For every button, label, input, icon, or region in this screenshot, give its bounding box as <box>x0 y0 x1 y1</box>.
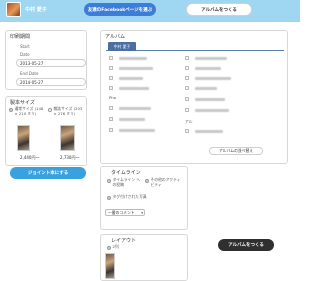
avatar <box>6 2 21 17</box>
start-label: Start <box>20 44 30 49</box>
radio-selected-icon <box>9 107 13 112</box>
album-name-blurred <box>119 129 155 132</box>
select-value: 一番のコメント <box>108 210 135 215</box>
album-name-blurred <box>195 87 217 90</box>
make-album-button-top[interactable]: アルバムをつくる <box>186 3 252 16</box>
option-label: その他のアクティビティ <box>150 177 181 187</box>
album-checkbox[interactable] <box>185 56 189 60</box>
radio-selected-icon <box>107 245 111 250</box>
print-period-panel: 印刷期間 Start Date 2013-05-27 End Date 2014… <box>5 30 87 90</box>
print-period-title: 印刷期間 <box>10 34 31 40</box>
album-name-blurred <box>195 98 225 101</box>
other-activity-option[interactable]: その他のアクティビティ <box>145 177 183 187</box>
start-date-input[interactable]: 2013-05-27 <box>16 59 86 67</box>
size-option-label: 雑誌サイズ (203 × 276 ミリ) <box>53 106 83 116</box>
album-checkbox[interactable] <box>185 108 189 112</box>
album-name-blurred <box>195 109 229 112</box>
album-name-blurred <box>195 67 221 70</box>
joint-book-button[interactable]: ジョイント本にする <box>10 167 86 179</box>
album-checkbox[interactable] <box>185 76 189 80</box>
album-checkbox[interactable] <box>185 129 189 133</box>
album-name-blurred <box>195 130 223 133</box>
date-label: Date <box>20 52 30 57</box>
album-checkbox[interactable] <box>185 97 189 101</box>
size-option-label: 通常サイズ (148 × 210 ミリ) <box>14 106 44 116</box>
tab-user-albums[interactable]: 中村 愛子 <box>108 42 136 51</box>
album-checkbox[interactable] <box>109 106 113 110</box>
timeline-title: タイムライン <box>111 170 141 176</box>
album-checkbox[interactable] <box>109 76 113 80</box>
comment-filter-select[interactable]: 一番のコメント ▾ <box>105 209 145 216</box>
layout-preview-thumbnail <box>105 253 115 279</box>
album-name-blurred <box>195 77 231 80</box>
chevron-down-icon: ▾ <box>141 211 143 215</box>
album-name-blurred <box>119 87 149 90</box>
checkbox-checked-icon <box>107 195 111 200</box>
album-name-fragment: Pho <box>109 95 117 100</box>
binding-size-panel: 製本サイズ 通常サイズ (148 × 210 ミリ) 雑誌サイズ (203 × … <box>5 96 87 166</box>
album-name-blurred <box>119 77 143 80</box>
top-bar: 中村 愛子 友達のFacebookページを選ぶ アルバムをつくる <box>0 0 300 22</box>
album-checkbox[interactable] <box>109 66 113 70</box>
checkbox-checked-icon <box>107 178 111 183</box>
timeline-panel: タイムライン タイムライン への投稿 その他のアクティビティ タグ付けされた写真… <box>100 166 188 230</box>
username: 中村 愛子 <box>25 7 47 13</box>
standard-size-thumbnail <box>17 125 30 151</box>
layout-title: レイアウト <box>111 238 137 244</box>
album-name-blurred <box>119 57 147 60</box>
reorder-albums-button[interactable]: アルバムの並べ替え <box>209 147 263 155</box>
album-name-fragment: アル <box>185 119 193 124</box>
option-label: タグ付けされた写真 <box>112 194 147 199</box>
binding-size-title: 製本サイズ <box>10 100 35 106</box>
option-label: タイムライン への投稿 <box>112 177 141 187</box>
album-tab-bar: 中村 愛子 <box>106 41 284 51</box>
size-option-standard[interactable]: 通常サイズ (148 × 210 ミリ) <box>9 106 47 116</box>
choose-facebook-friend-button[interactable]: 友達のFacebookページを選ぶ <box>84 3 156 16</box>
album-name-blurred <box>119 107 151 110</box>
timeline-posts-option[interactable]: タイムライン への投稿 <box>107 177 143 187</box>
size-option-magazine[interactable]: 雑誌サイズ (203 × 276 ミリ) <box>48 106 86 116</box>
album-name-blurred <box>195 57 227 60</box>
user-info[interactable]: 中村 愛子 <box>6 2 47 17</box>
layout-option-2col[interactable]: 2列 <box>107 244 119 250</box>
option-label: 2列 <box>112 244 119 249</box>
end-date-label: End Date <box>20 71 39 76</box>
magazine-price: 2,730円〜 <box>60 155 80 160</box>
checkbox-checked-icon <box>145 178 149 183</box>
album-checkbox[interactable] <box>109 86 113 90</box>
album-checkbox[interactable] <box>185 86 189 90</box>
album-checkbox[interactable] <box>109 117 113 121</box>
album-title: アルバム <box>105 34 125 40</box>
album-checkbox[interactable] <box>109 56 113 60</box>
tagged-photos-option[interactable]: タグ付けされた写真 <box>107 194 183 200</box>
album-name-blurred <box>119 118 145 121</box>
radio-unselected-icon <box>48 107 52 112</box>
make-album-button-bottom[interactable]: アルバムをつくる <box>218 239 274 251</box>
layout-panel: レイアウト 2列 <box>100 234 188 281</box>
album-checkbox[interactable] <box>185 66 189 70</box>
album-name-blurred <box>119 67 153 70</box>
end-date-input[interactable]: 2014-05-27 <box>16 78 86 86</box>
album-checkbox[interactable] <box>109 128 113 132</box>
magazine-size-thumbnail <box>60 125 75 151</box>
standard-price: 2,440円〜 <box>20 155 40 160</box>
album-panel: アルバム 中村 愛子 Pho アル アルバムの並べ替え <box>100 30 288 164</box>
